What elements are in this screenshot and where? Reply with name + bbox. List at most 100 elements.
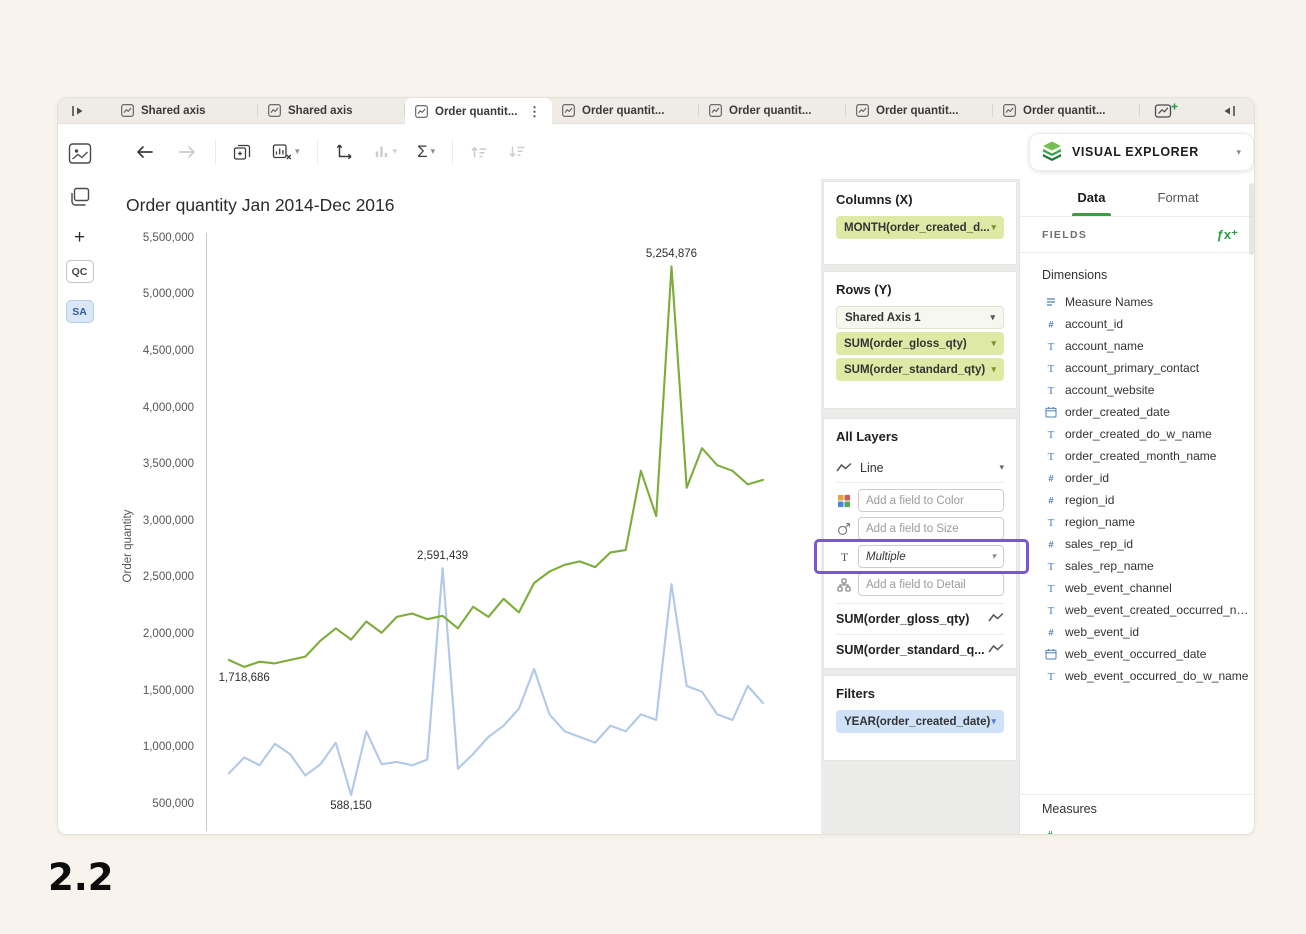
field-pill[interactable]: MONTH(order_created_d...▾ bbox=[836, 216, 1004, 239]
date-field-icon bbox=[1044, 406, 1057, 418]
field-item[interactable]: Tweb_event_channel bbox=[1020, 577, 1255, 599]
svg-text:T: T bbox=[1047, 363, 1054, 374]
text-field-icon: T bbox=[1044, 428, 1057, 440]
data-label: 5,254,876 bbox=[646, 248, 697, 260]
tab-data[interactable]: Data bbox=[1074, 179, 1108, 216]
layer-row-standard[interactable]: SUM(order_standard_q... bbox=[836, 634, 1004, 665]
y-tick-label: 3,500,000 bbox=[143, 458, 194, 470]
field-item[interactable]: Tweb_event_created_occurred_na... bbox=[1020, 599, 1255, 621]
field-item[interactable]: order_created_date bbox=[1020, 401, 1255, 423]
y-tick-label: 4,500,000 bbox=[143, 345, 194, 357]
sheet-tab[interactable]: Shared axis bbox=[258, 98, 405, 123]
text-field-icon: T bbox=[1044, 582, 1057, 594]
sheet-tab[interactable]: Order quantit...⋮ bbox=[405, 98, 552, 125]
fields-header-row: FIELDS ƒx⁺ bbox=[1020, 217, 1255, 253]
size-field-input[interactable] bbox=[858, 517, 1004, 540]
special-field-icon bbox=[1044, 296, 1057, 308]
field-item[interactable]: Torder_created_month_name bbox=[1020, 445, 1255, 467]
field-item[interactable]: Measure Names bbox=[1020, 291, 1255, 313]
all-layers-panel: All Layers Line ▾ bbox=[823, 418, 1017, 669]
field-item[interactable]: Tregion_name bbox=[1020, 511, 1255, 533]
data-label: 588,150 bbox=[330, 800, 372, 812]
sigma-icon: Σ bbox=[417, 142, 428, 162]
sort-ascending-button[interactable] bbox=[467, 141, 491, 163]
data-label: 2,591,439 bbox=[417, 550, 468, 562]
size-icon bbox=[836, 522, 852, 536]
field-item[interactable]: Taccount_website bbox=[1020, 379, 1255, 401]
sheet-tab[interactable]: Order quantit... bbox=[699, 98, 846, 123]
columns-shelf: Columns (X) MONTH(order_created_d...▾ bbox=[823, 181, 1017, 265]
text-field-icon: T bbox=[1044, 362, 1057, 374]
sort-descending-button[interactable] bbox=[505, 141, 529, 163]
aggregation-button[interactable]: Σ ▾ bbox=[414, 139, 438, 165]
field-item[interactable]: Taccount_name bbox=[1020, 335, 1255, 357]
sheet-tab[interactable]: Order quantit... bbox=[993, 98, 1140, 123]
sheet-tab[interactable]: Order quantit... bbox=[552, 98, 699, 123]
chevron-down-icon: ▾ bbox=[1236, 148, 1241, 157]
mark-type-select[interactable]: Line ▾ bbox=[836, 453, 1004, 483]
text-field-icon: T bbox=[1044, 450, 1057, 462]
field-item[interactable]: Tsales_rep_name bbox=[1020, 555, 1255, 577]
tab-kebab-menu-icon[interactable]: ⋮ bbox=[527, 104, 542, 120]
duplicate-chart-button[interactable] bbox=[230, 140, 255, 164]
svg-text:T: T bbox=[1047, 451, 1054, 462]
scrollbar[interactable] bbox=[1249, 183, 1254, 255]
data-label: 1,718,686 bbox=[219, 672, 270, 684]
field-item[interactable]: #region_id bbox=[1020, 489, 1255, 511]
expand-panel-left-icon[interactable] bbox=[63, 98, 93, 123]
svg-text:T: T bbox=[1047, 385, 1054, 396]
field-pill[interactable]: SUM(order_gloss_qty)▾ bbox=[836, 332, 1004, 355]
svg-text:T: T bbox=[1047, 341, 1054, 352]
field-item[interactable]: Torder_created_do_w_name bbox=[1020, 423, 1255, 445]
clear-chart-button[interactable]: ▾ bbox=[269, 140, 303, 164]
add-sheet-button[interactable] bbox=[1154, 98, 1178, 123]
mark-type-value: Line bbox=[860, 461, 884, 475]
field-item[interactable]: #account_id bbox=[1020, 313, 1255, 335]
sheet-icon bbox=[1003, 104, 1016, 117]
layer-row-gloss[interactable]: SUM(order_gloss_qty) bbox=[836, 603, 1004, 634]
canvas-thumbnail-button[interactable] bbox=[67, 142, 92, 165]
pages-button[interactable] bbox=[67, 186, 92, 209]
page-badge-sa[interactable]: SA bbox=[66, 300, 94, 323]
sheet-tab[interactable]: Shared axis bbox=[111, 98, 258, 123]
label-field-input[interactable]: Multiple ▾ bbox=[858, 545, 1004, 568]
field-item[interactable]: #order_id bbox=[1020, 467, 1255, 489]
rows-shelf: Rows (Y) Shared Axis 1▾SUM(order_gloss_q… bbox=[823, 271, 1017, 409]
sheet-tab[interactable]: Order quantit... bbox=[846, 98, 993, 123]
y-tick-label: 4,000,000 bbox=[143, 402, 194, 414]
shelf-panel: Columns (X) MONTH(order_created_d...▾ Ro… bbox=[821, 179, 1019, 834]
number-field-icon: # bbox=[1044, 494, 1057, 506]
number-field-icon: # bbox=[1044, 472, 1057, 484]
y-tick-label: 5,500,000 bbox=[143, 232, 194, 244]
sheet-icon bbox=[121, 104, 134, 117]
field-pill[interactable]: SUM(order_standard_qty)▾ bbox=[836, 358, 1004, 381]
field-item[interactable]: #sales_rep_id bbox=[1020, 533, 1255, 555]
undo-button[interactable] bbox=[131, 140, 159, 164]
redo-button[interactable] bbox=[173, 140, 201, 164]
tab-format[interactable]: Format bbox=[1155, 179, 1202, 216]
field-item[interactable]: #web_event_id bbox=[1020, 621, 1255, 643]
label-icon: T bbox=[836, 550, 852, 563]
chevron-down-icon: ▾ bbox=[991, 552, 996, 561]
add-page-button[interactable]: + bbox=[74, 227, 85, 249]
field-item[interactable]: Taccount_primary_contact bbox=[1020, 357, 1255, 379]
field-item[interactable]: Tweb_event_occurred_do_w_name bbox=[1020, 665, 1255, 687]
text-field-icon: T bbox=[1044, 604, 1057, 616]
field-pill[interactable]: YEAR(order_created_date)▾ bbox=[836, 710, 1004, 733]
svg-text:T: T bbox=[1047, 561, 1054, 572]
chart-type-button[interactable]: ▾ bbox=[371, 141, 401, 162]
line-chart[interactable]: 5,254,876 2,591,439 1,718,686 588,150 bbox=[206, 233, 819, 831]
detail-field-input[interactable] bbox=[858, 573, 1004, 596]
visual-explorer-button[interactable]: VISUAL EXPLORER ▾ bbox=[1029, 133, 1254, 171]
line-mark-icon bbox=[836, 462, 852, 473]
detail-icon bbox=[836, 578, 852, 592]
add-calculated-field-icon[interactable]: ƒx⁺ bbox=[1217, 227, 1238, 243]
chevron-down-icon: ▾ bbox=[295, 147, 300, 156]
left-rail: + QC SA bbox=[58, 124, 101, 834]
swap-axes-button[interactable] bbox=[332, 139, 357, 164]
expand-panel-right-icon[interactable] bbox=[1214, 98, 1244, 123]
field-item[interactable]: web_event_occurred_date bbox=[1020, 643, 1255, 665]
color-field-input[interactable] bbox=[858, 489, 1004, 512]
page-badge-qc[interactable]: QC bbox=[66, 260, 94, 283]
field-pill[interactable]: Shared Axis 1▾ bbox=[836, 306, 1004, 329]
